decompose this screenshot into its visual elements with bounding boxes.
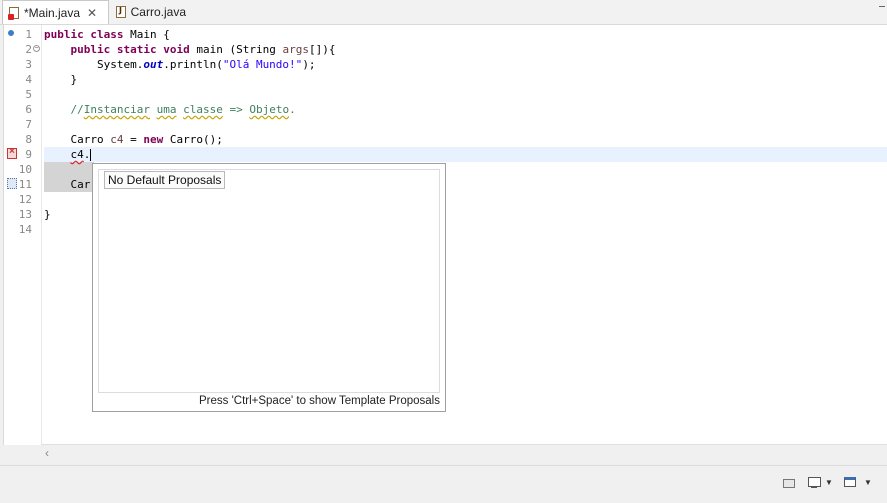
bottom-toolbar: ▼ ▼ (0, 465, 887, 503)
code-line-13: } (44, 208, 51, 221)
code-line-1: public class Main { (44, 27, 170, 42)
comment-text: // (70, 103, 84, 116)
keyword: public (44, 28, 84, 41)
pin-icon[interactable] (781, 476, 795, 488)
comment-text: Instanciar (83, 103, 150, 116)
line-number: 13 (18, 208, 32, 221)
editor-tab-bar: *Main.java ✕ Carro.java (0, 0, 887, 25)
line-number: 12 (18, 193, 32, 206)
code-line-3: System.out.println("Olá Mundo!"); (44, 57, 316, 72)
code-text: System. (96, 58, 144, 71)
code-text: . (83, 148, 91, 161)
line-number: 4 (25, 73, 32, 86)
content-assist-popup[interactable]: No Default Proposals Press 'Ctrl+Space' … (92, 163, 446, 412)
line-number: 7 (25, 118, 32, 131)
minimize-icon[interactable] (879, 6, 885, 7)
new-window-icon[interactable] (843, 476, 857, 488)
popup-status-text: Press 'Ctrl+Space' to show Template Prop… (198, 395, 440, 407)
static-field: out (143, 58, 164, 71)
comment-text (150, 103, 157, 116)
line-number-gutter: − 1 2 3 4 5 6 7 8 9 10 11 12 13 14 (4, 25, 42, 445)
code-text: main (String (189, 43, 283, 56)
tab-label: Carro.java (130, 5, 186, 19)
keyword: static (116, 43, 157, 56)
proposal-list[interactable]: No Default Proposals (98, 169, 440, 393)
code-text: Main { (123, 28, 170, 41)
chevron-down-icon[interactable]: ▼ (825, 478, 833, 487)
local-variable: c4 (110, 133, 124, 146)
line-number: 10 (18, 163, 32, 176)
line-number: 3 (25, 58, 32, 71)
keyword: void (163, 43, 190, 56)
text-caret (90, 149, 92, 161)
code-text: ); (302, 58, 316, 71)
line-number: 1 (25, 28, 32, 41)
line-number: 11 (18, 178, 32, 191)
comment-text: . (289, 103, 296, 116)
tab-carro-java[interactable]: Carro.java (110, 0, 192, 24)
code-text: .println( (163, 58, 223, 71)
keyword: class (90, 28, 124, 41)
keyword: public (70, 43, 111, 56)
parameter: args (282, 43, 309, 56)
line-number: 14 (18, 223, 32, 236)
code-line-8: Carro c4 = new Carro(); (44, 132, 223, 147)
comment-text: uma (156, 103, 177, 116)
code-line-6-comment: //Instanciar uma classe => Objeto. (44, 102, 296, 117)
code-line-4: } (44, 73, 78, 86)
fold-collapse-icon[interactable]: − (33, 45, 40, 52)
java-file-error-icon (8, 6, 19, 20)
line-number: 9 (25, 148, 32, 161)
tab-main-java[interactable]: *Main.java ✕ (2, 0, 109, 24)
code-text: Car (70, 178, 91, 191)
code-line-9: c4. (44, 147, 92, 162)
line-number: 6 (25, 103, 32, 116)
code-text: []){ (308, 43, 336, 56)
line-number: 5 (25, 88, 32, 101)
error-token: c4 (70, 148, 84, 161)
proposal-item[interactable]: No Default Proposals (104, 171, 226, 189)
monitor-icon[interactable] (807, 476, 821, 488)
line-number: 8 (25, 133, 32, 146)
code-line-2: public static void main (String args[]){ (44, 42, 336, 57)
comment-text: Objeto (249, 103, 290, 116)
tab-label: *Main.java (24, 5, 81, 20)
horizontal-scrollbar[interactable]: ‹ (41, 444, 887, 461)
string-literal: "Olá Mundo!" (222, 58, 303, 71)
code-line-11: Car (44, 177, 91, 192)
type-name: Carro (70, 133, 111, 146)
java-file-icon (116, 6, 126, 18)
comment-text: => (222, 103, 250, 116)
line-number: 2 (25, 43, 32, 56)
scroll-left-icon[interactable]: ‹ (45, 446, 49, 460)
code-text: Carro(); (163, 133, 223, 146)
chevron-down-icon[interactable]: ▼ (864, 478, 872, 487)
keyword: new (143, 133, 164, 146)
close-icon[interactable]: ✕ (87, 7, 97, 19)
code-text: = (123, 133, 144, 146)
comment-text: classe (183, 103, 223, 116)
